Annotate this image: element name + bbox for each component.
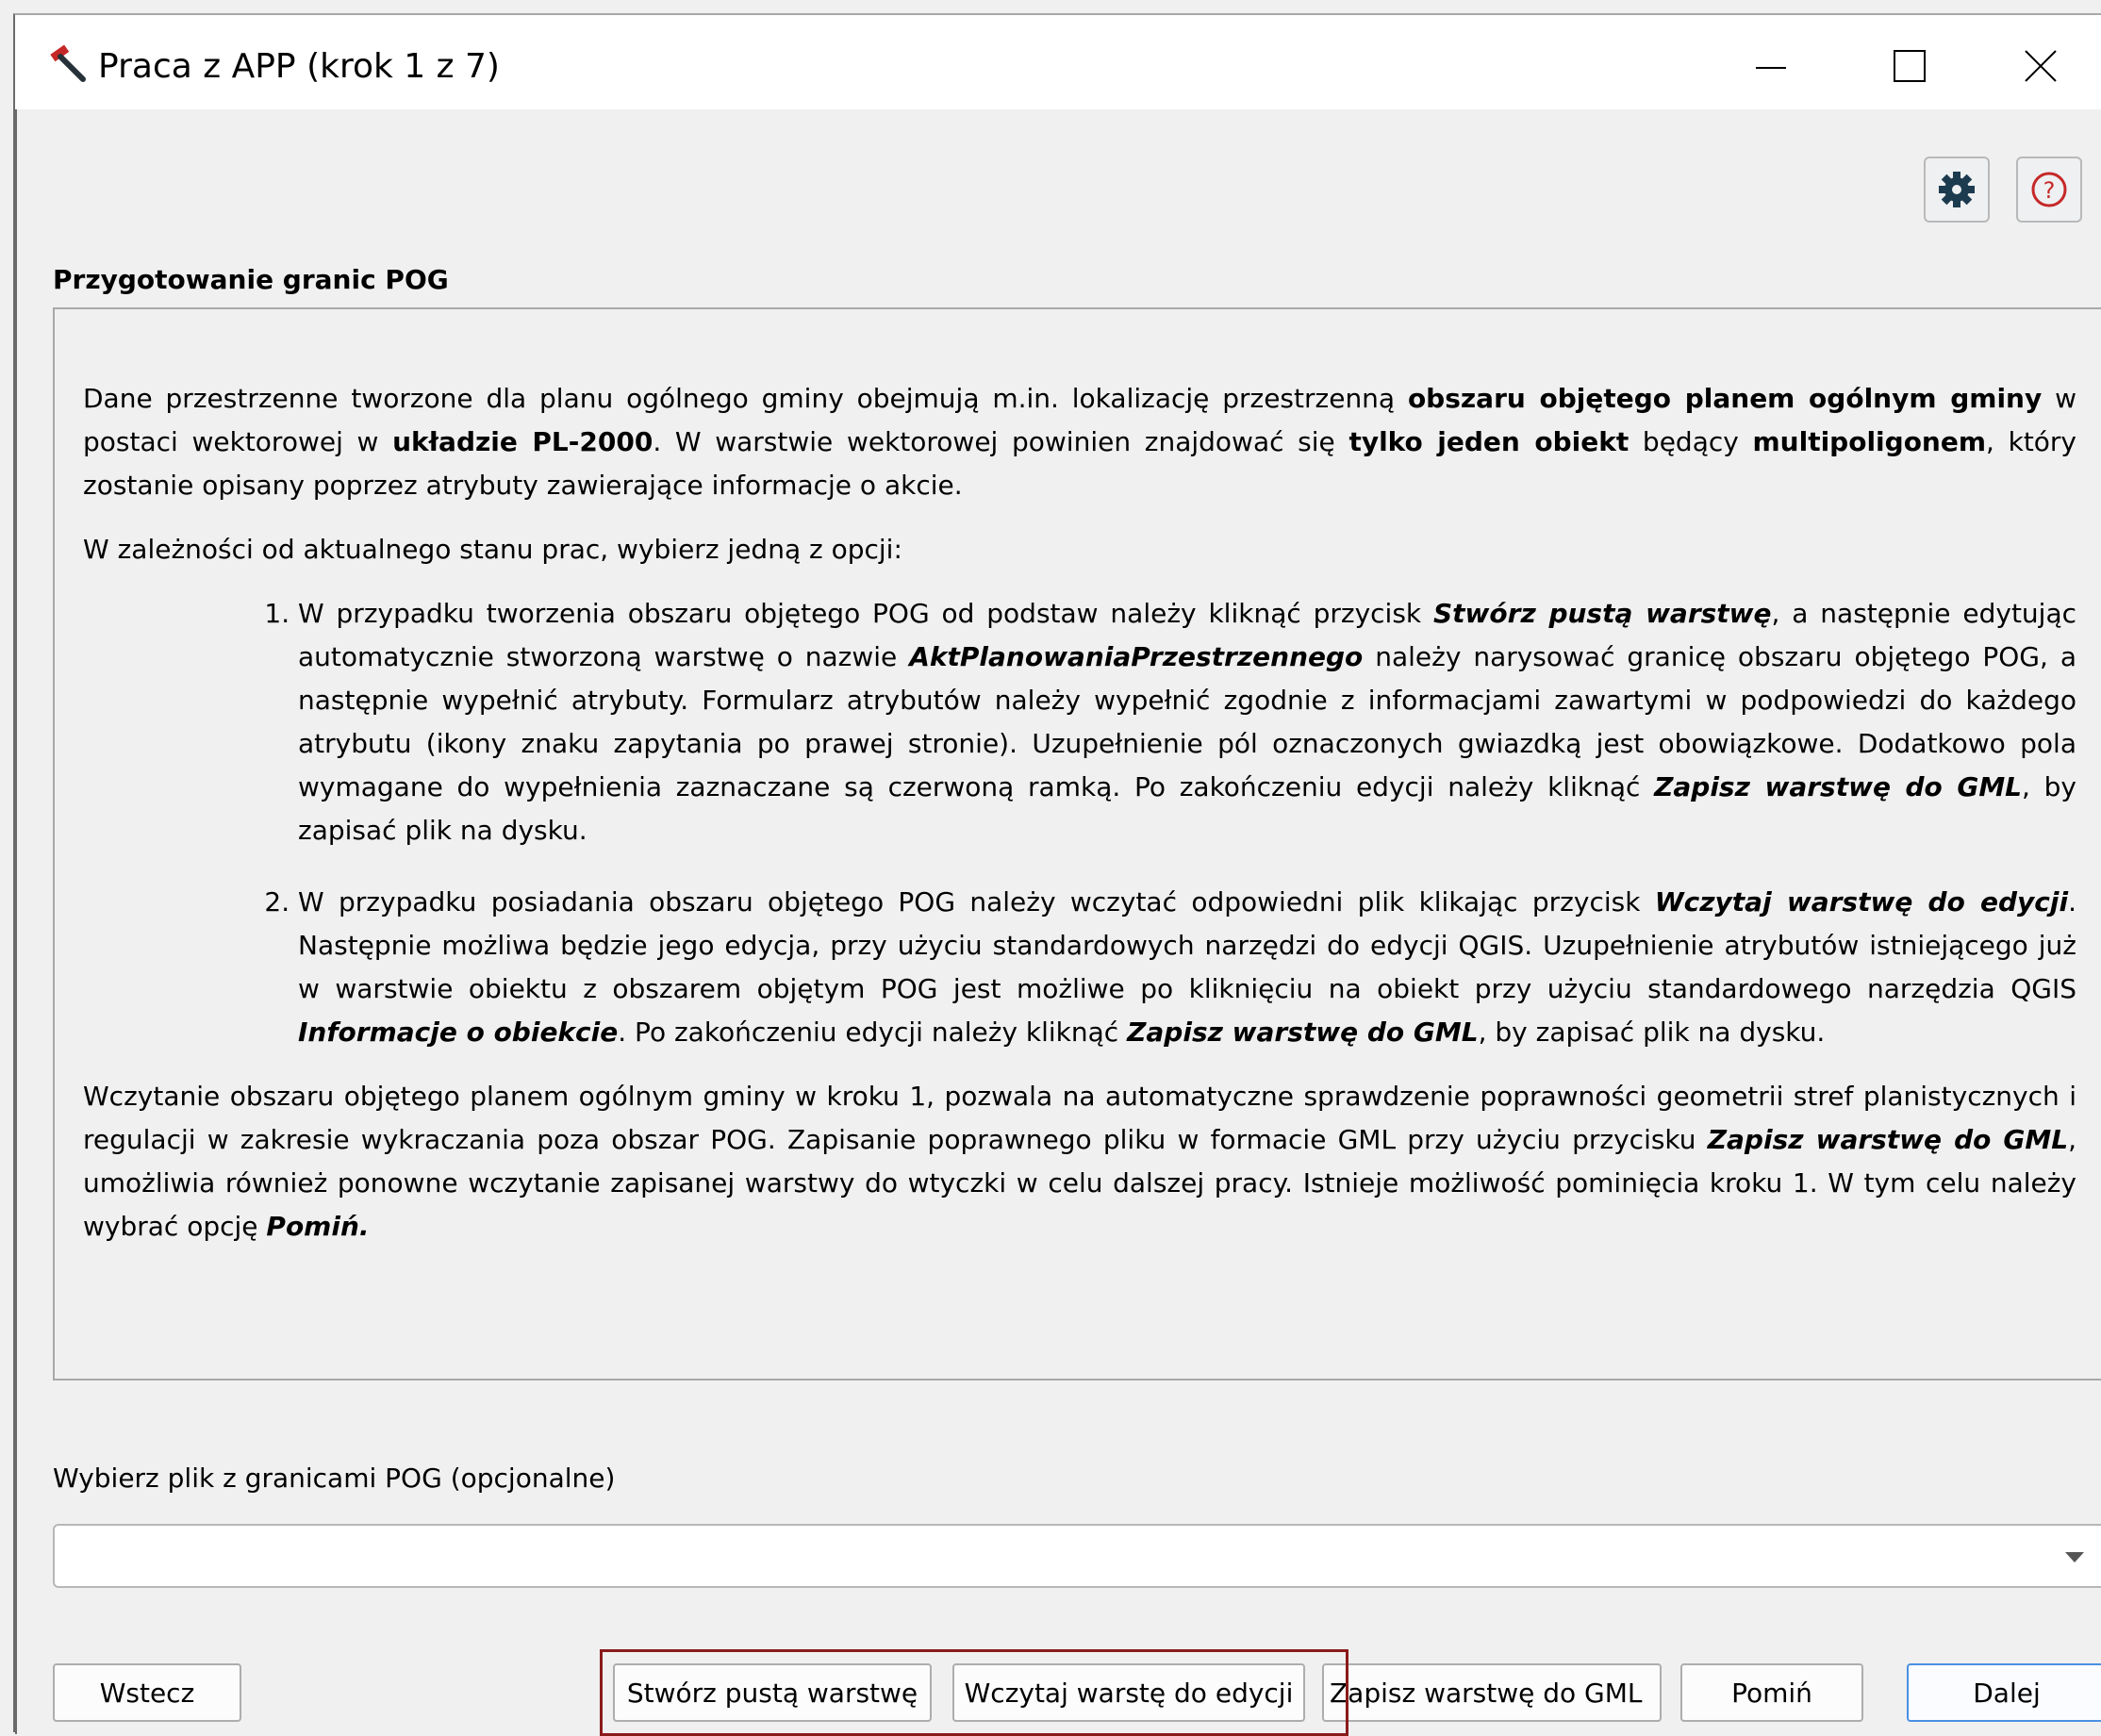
help-button[interactable]: ? bbox=[2016, 157, 2082, 223]
text-run: AktPlanowaniaPrzestrzennego bbox=[909, 641, 1364, 672]
save-gml-button[interactable]: Zapisz warstwę do GML bbox=[1322, 1663, 1662, 1722]
text-run: W przypadku tworzenia obszaru objętego P… bbox=[298, 598, 1433, 629]
text-run: Zapisz warstwę do GML bbox=[1654, 771, 2023, 802]
text-run: . W warstwie wektorowej powinien znajdow… bbox=[653, 426, 1349, 457]
text-run: układzie PL-2000 bbox=[392, 426, 653, 457]
text-run: będący bbox=[1629, 426, 1753, 457]
help-glyph: ? bbox=[2043, 177, 2056, 204]
text-run: W zależności od aktualnego stanu prac, w… bbox=[83, 534, 902, 565]
gear-icon bbox=[1926, 172, 1988, 224]
text-run: Pomiń. bbox=[266, 1211, 370, 1242]
chevron-down-icon[interactable] bbox=[2065, 1552, 2084, 1562]
option-item-1: W przypadku tworzenia obszaru objętego P… bbox=[298, 592, 2076, 852]
close-button[interactable] bbox=[2014, 40, 2071, 96]
maximize-button[interactable] bbox=[1881, 40, 1938, 96]
text-run: Zapisz warstwę do GML bbox=[1707, 1124, 2069, 1155]
info-panel: Dane przestrzenne tworzone dla planu ogó… bbox=[53, 307, 2101, 1381]
info-paragraph-1: Dane przestrzenne tworzone dla planu ogó… bbox=[83, 377, 2076, 507]
text-run: Zapisz warstwę do GML bbox=[1127, 1017, 1479, 1048]
help-icon: ? bbox=[2018, 172, 2080, 224]
back-button[interactable]: Wstecz bbox=[53, 1663, 241, 1722]
text-run: Informacje o obiekcie bbox=[298, 1017, 619, 1048]
text-run: W przypadku posiadania obszaru objętego … bbox=[298, 886, 1655, 918]
text-run: . Po zakończeniu edycji należy kliknąć bbox=[618, 1017, 1128, 1048]
option-item-2: W przypadku posiadania obszaru objętego … bbox=[298, 881, 2076, 1054]
text-run: tylko jeden obiekt bbox=[1348, 426, 1630, 457]
dialog-window: Praca z APP (krok 1 z 7) ? Przygotowanie… bbox=[13, 13, 2101, 1736]
text-run: Dane przestrzenne tworzone dla planu ogó… bbox=[83, 383, 1408, 414]
minimize-button[interactable] bbox=[1743, 40, 1799, 96]
text-run: multipoligonem bbox=[1752, 426, 1987, 457]
text-run: obszaru objętego planem ogólnym gminy bbox=[1407, 383, 2043, 414]
window-title: Praca z APP (krok 1 z 7) bbox=[98, 47, 500, 86]
text-run: , by zapisać plik na dysku. bbox=[1478, 1017, 1826, 1048]
skip-button[interactable]: Pomiń bbox=[1680, 1663, 1863, 1722]
load-layer-button[interactable]: Wczytaj warstę do edycji bbox=[952, 1663, 1305, 1722]
info-paragraph-3: Wczytanie obszaru objętego planem ogólny… bbox=[83, 1075, 2076, 1248]
file-select-combobox[interactable] bbox=[53, 1524, 2101, 1588]
text-run: Stwórz pustą warstwę bbox=[1432, 598, 1772, 629]
section-title: Przygotowanie granic POG bbox=[53, 264, 449, 295]
next-button[interactable]: Dalej bbox=[1907, 1663, 2101, 1722]
text-run: Wczytaj warstwę do edycji bbox=[1654, 886, 2069, 918]
hammer-icon bbox=[47, 43, 89, 85]
file-select-label: Wybierz plik z granicami POG (opcjonalne… bbox=[53, 1463, 616, 1494]
create-empty-layer-button[interactable]: Stwórz pustą warstwę bbox=[613, 1663, 932, 1722]
title-bar: Praca z APP (krok 1 z 7) bbox=[15, 15, 2101, 109]
settings-button[interactable] bbox=[1924, 157, 1990, 223]
options-list: W przypadku tworzenia obszaru objętego P… bbox=[83, 592, 2076, 1054]
window-border bbox=[15, 109, 17, 1734]
info-paragraph-2: W zależności od aktualnego stanu prac, w… bbox=[83, 528, 2076, 571]
